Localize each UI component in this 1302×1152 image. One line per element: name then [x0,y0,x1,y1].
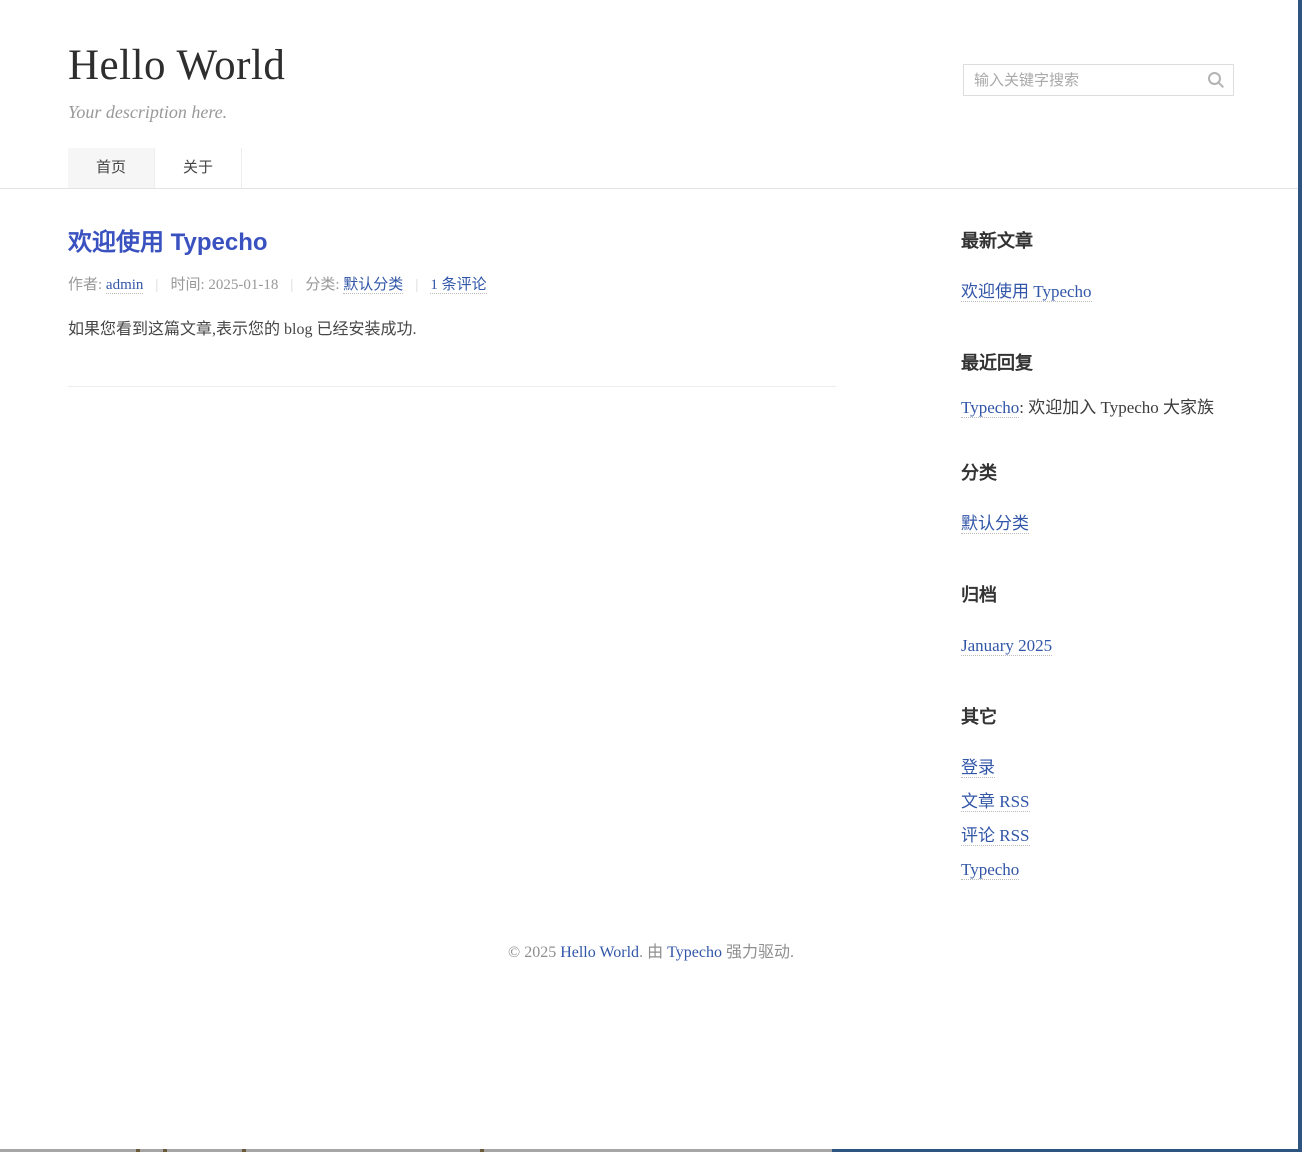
sidebar-section-recent-replies: 最近回复 Typecho: 欢迎加入 Typecho 大家族 [961,353,1234,419]
site-footer: © 2025 Hello World. 由 Typecho 强力驱动. [0,938,1302,962]
author-label: 作者: [68,277,106,293]
sidebar-section-categories: 分类 默认分类 [961,463,1234,541]
site-description: Your description here. [68,102,1234,122]
list-item: 默认分类 [961,507,1234,541]
footer-mid-text: . 由 [639,944,667,961]
sidebar: 最新文章 欢迎使用 Typecho 最近回复 Typecho: 欢迎加入 Typ… [961,189,1234,931]
time-label: 时间: [170,277,208,293]
list-item: 登录 [961,751,1234,785]
reply-author-link[interactable]: Typecho [961,398,1019,418]
meta-separator: | [290,277,293,293]
sidebar-heading: 分类 [961,463,1234,483]
sidebar-heading: 其它 [961,707,1234,727]
sidebar-section-recent-posts: 最新文章 欢迎使用 Typecho [961,231,1234,309]
background-window-edge [1298,0,1302,1152]
recent-reply: Typecho: 欢迎加入 Typecho 大家族 [961,397,1234,419]
post: 欢迎使用 Typecho 作者: admin | 时间: 2025-01-18 | 分类… [68,229,836,387]
search-input[interactable] [964,65,1233,95]
category-link[interactable]: 默认分类 [343,277,403,294]
list-item: 文章 RSS [961,785,1234,819]
archive-link[interactable]: January 2025 [961,636,1052,656]
nav-item-home[interactable]: 首页 [68,148,155,188]
comments-link[interactable]: 1 条评论 [430,277,486,294]
post-time: 2025-01-18 [208,277,278,293]
recent-post-link[interactable]: 欢迎使用 Typecho [961,282,1092,302]
login-link[interactable]: 登录 [961,758,995,778]
typecho-link[interactable]: Typecho [961,860,1019,880]
main-nav: 首页 关于 [68,148,1234,188]
search-form [963,64,1234,96]
list-item: 欢迎使用 Typecho [961,275,1234,309]
footer-site-link[interactable]: Hello World [560,944,639,961]
author-link[interactable]: admin [106,277,144,294]
reply-text: : 欢迎加入 Typecho 大家族 [1019,398,1214,417]
comment-rss-link[interactable]: 评论 RSS [961,826,1030,846]
category-sidebar-link[interactable]: 默认分类 [961,514,1029,534]
search-icon [1207,77,1225,92]
sidebar-heading: 最近回复 [961,353,1234,373]
footer-engine-link[interactable]: Typecho [667,944,722,961]
meta-separator: | [155,277,158,293]
category-label: 分类: [305,277,343,293]
list-item: 评论 RSS [961,819,1234,853]
search-button[interactable] [1207,71,1225,89]
post-body: 如果您看到这篇文章,表示您的 blog 已经安装成功. [68,320,836,340]
post-rss-link[interactable]: 文章 RSS [961,792,1030,812]
post-divider [68,386,836,387]
post-title-link[interactable]: 欢迎使用 Typecho [68,229,268,256]
list-item: January 2025 [961,629,1234,663]
sidebar-heading: 最新文章 [961,231,1234,251]
main-column: 欢迎使用 Typecho 作者: admin | 时间: 2025-01-18 | 分类… [68,189,836,931]
list-item: Typecho [961,853,1234,887]
footer-suffix-text: 强力驱动. [722,944,794,961]
meta-separator: | [415,277,418,293]
sidebar-section-archives: 归档 January 2025 [961,585,1234,663]
copyright-text: © 2025 [508,944,560,961]
sidebar-heading: 归档 [961,585,1234,605]
nav-item-about[interactable]: 关于 [155,148,242,188]
post-title: 欢迎使用 Typecho [68,229,836,257]
site-header: Hello World Your description here. 首页 关于 [0,0,1302,189]
post-meta: 作者: admin | 时间: 2025-01-18 | 分类: 默认分类 | 1 条评论 [68,273,836,294]
typecho-blog-page: Hello World Your description here. 首页 关于 [0,0,1302,1152]
sidebar-section-misc: 其它 登录 文章 RSS 评论 RSS Typecho [961,707,1234,887]
